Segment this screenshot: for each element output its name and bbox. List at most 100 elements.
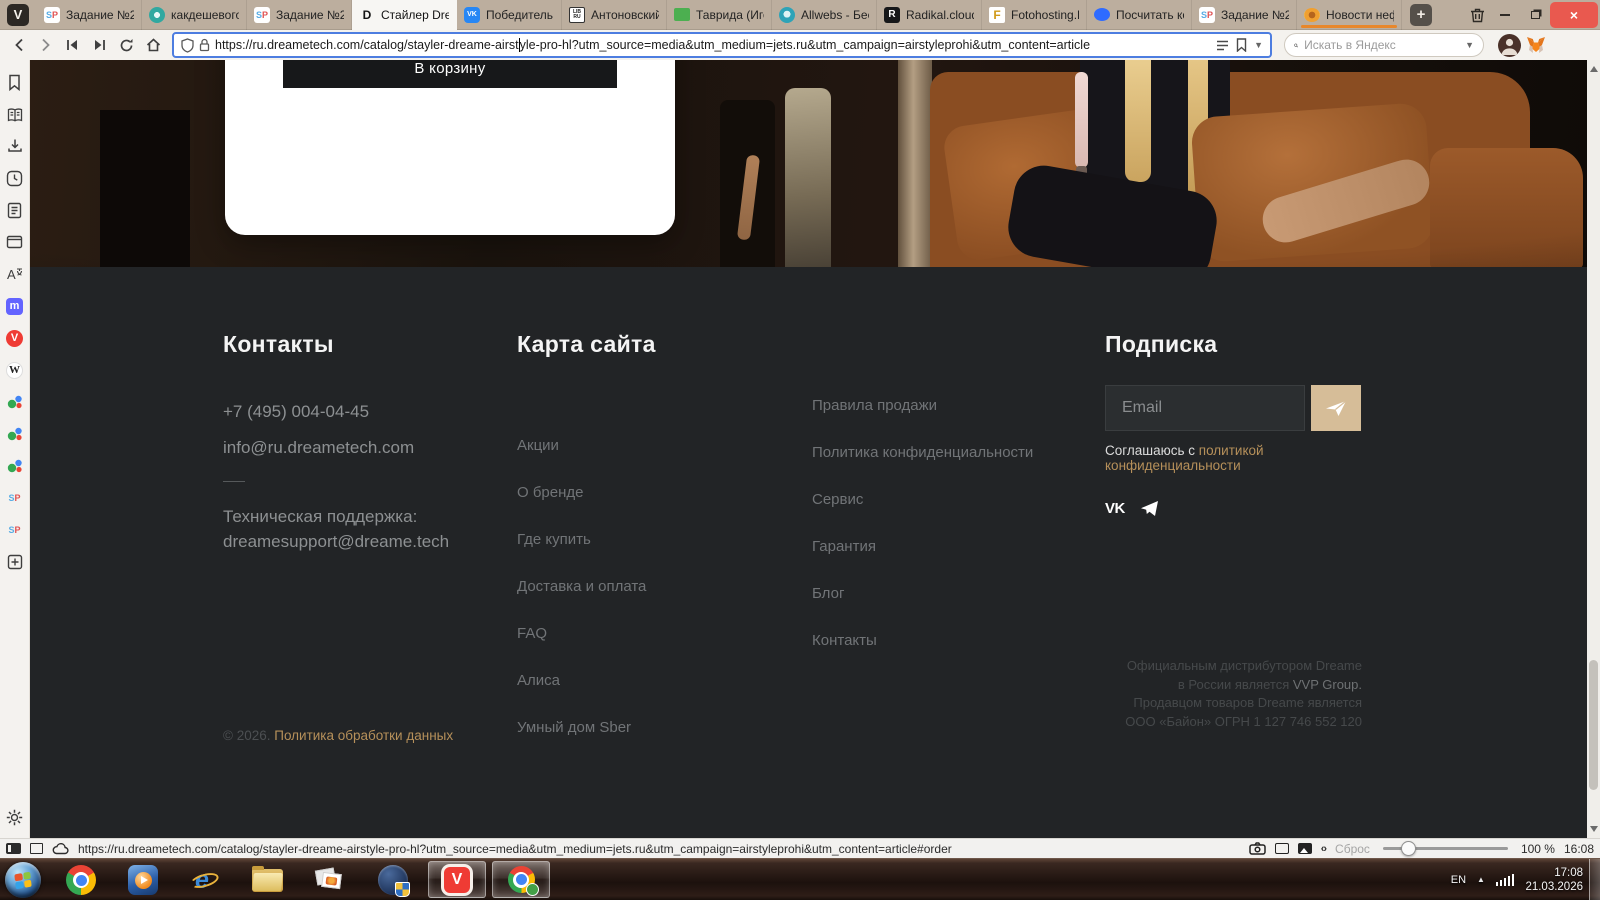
panel-toggle-icon[interactable]	[6, 843, 21, 854]
sitemap-link-alisa[interactable]: Алиса	[517, 673, 656, 704]
phone-link[interactable]: +7 (495) 004-04-45	[223, 402, 449, 422]
language-indicator[interactable]: EN	[1451, 874, 1466, 886]
search-engine-dropdown-icon[interactable]: ▼	[1465, 40, 1474, 50]
sp-webpanel-icon[interactable]: SP	[6, 489, 24, 507]
subscribe-submit-button[interactable]	[1311, 385, 1361, 431]
translate-panel-icon[interactable]: A	[6, 265, 24, 283]
taskbar-explorer-icon[interactable]	[252, 869, 283, 892]
start-button[interactable]	[5, 862, 41, 898]
notes-panel-icon[interactable]	[6, 201, 24, 219]
telegram-social-icon[interactable]	[1140, 500, 1159, 517]
colored-dots-webpanel-icon[interactable]	[6, 393, 24, 411]
tab-tavrida[interactable]: Таврида (Иго	[667, 0, 772, 30]
reading-list-panel-icon[interactable]	[6, 105, 24, 123]
sitemap-link-akcii[interactable]: Акции	[517, 438, 656, 469]
add-to-cart-button[interactable]: В корзину	[283, 60, 617, 88]
taskbar-media-player-icon[interactable]	[128, 865, 158, 895]
taskbar-chrome-icon[interactable]	[66, 865, 96, 895]
url-dropdown-icon[interactable]: ▼	[1254, 40, 1263, 50]
taskbar-internet-explorer-icon[interactable]: e	[190, 865, 220, 895]
reader-view-icon[interactable]	[1216, 40, 1229, 51]
taskbar-photo-viewer-icon[interactable]	[314, 865, 344, 895]
tiling-icon[interactable]	[30, 843, 43, 854]
sitemap-link-garantiya[interactable]: Гарантия	[812, 539, 1033, 570]
taskbar-clock[interactable]: 17:08 21.03.2026	[1525, 866, 1583, 894]
wikipedia-webpanel-icon[interactable]: W	[6, 361, 24, 379]
developer-icon[interactable]: ‹›	[1321, 843, 1326, 855]
tab-kakdeshevogo[interactable]: какдешевого	[142, 0, 247, 30]
sitemap-link-dostavka[interactable]: Доставка и оплата	[517, 579, 656, 610]
search-field[interactable]: ▼	[1284, 33, 1484, 57]
sitemap-link-faq[interactable]: FAQ	[517, 626, 656, 657]
colored-dots-webpanel-icon[interactable]	[6, 425, 24, 443]
sp-webpanel-icon[interactable]: SP	[6, 521, 24, 539]
tab-zadanie-2[interactable]: SP Задание №2	[247, 0, 352, 30]
vk-social-icon[interactable]: VK	[1105, 500, 1125, 517]
downloads-panel-icon[interactable]	[6, 137, 24, 155]
search-input[interactable]	[1304, 38, 1459, 52]
forward-button[interactable]	[33, 33, 58, 57]
tab-antonovskiy[interactable]: LIBRU Антоновский	[562, 0, 667, 30]
close-button[interactable]: ×	[1550, 2, 1598, 28]
scrollbar-thumb[interactable]	[1589, 660, 1598, 790]
sitemap-link-servis[interactable]: Сервис	[812, 492, 1033, 523]
sitemap-link-blog[interactable]: Блог	[812, 586, 1033, 617]
network-signal-icon[interactable]	[1496, 874, 1515, 886]
bookmarks-panel-icon[interactable]	[6, 73, 24, 91]
tab-zadanie-3[interactable]: SP Задание №2	[1192, 0, 1297, 30]
bookmark-page-icon[interactable]	[1236, 38, 1247, 52]
url-text[interactable]: https://ru.dreametech.com/catalog/stayle…	[215, 38, 1211, 52]
windows-panel-icon[interactable]	[6, 233, 24, 251]
profile-avatar[interactable]	[1498, 34, 1521, 57]
sitemap-link-sber[interactable]: Умный дом Sber	[517, 720, 656, 751]
sync-cloud-icon[interactable]	[52, 843, 69, 855]
tab-stayler-dreame-active[interactable]: D Стайлер Drea	[352, 0, 457, 30]
page-actions-icon[interactable]	[1275, 843, 1289, 854]
scroll-up-arrow[interactable]	[1590, 66, 1598, 72]
restore-button[interactable]	[1520, 2, 1550, 28]
sitemap-link-gde-kupit[interactable]: Где купить	[517, 532, 656, 563]
settings-gear-icon[interactable]	[6, 808, 24, 826]
capture-page-icon[interactable]	[1249, 842, 1266, 855]
tab-poschitat[interactable]: Посчитать ко	[1087, 0, 1192, 30]
sitemap-link-politika[interactable]: Политика конфиденциальности	[812, 445, 1033, 476]
new-tab-button[interactable]: +	[1410, 4, 1432, 26]
subscribe-email-input[interactable]	[1105, 385, 1305, 431]
add-webpanel-icon[interactable]	[6, 553, 24, 571]
tab-radikal[interactable]: R Radikal.cloud	[877, 0, 982, 30]
tab-fotohosting[interactable]: F Fotohosting.R	[982, 0, 1087, 30]
trash-closed-tabs-icon[interactable]	[1464, 2, 1490, 28]
taskbar-chrome-button[interactable]	[492, 861, 550, 898]
scroll-down-arrow[interactable]	[1590, 826, 1598, 832]
support-email-link[interactable]: dreamesupport@dreame.tech	[223, 529, 449, 554]
tab-novosti[interactable]: Новости неф	[1297, 0, 1402, 30]
fast-forward-button[interactable]	[87, 33, 112, 57]
data-policy-link[interactable]: Политика обработки данных	[274, 728, 453, 743]
sitemap-link-pravila[interactable]: Правила продажи	[812, 398, 1033, 429]
vivaldi-webpanel-icon[interactable]: V	[6, 329, 24, 347]
reload-button[interactable]	[114, 33, 139, 57]
home-button[interactable]	[141, 33, 166, 57]
url-field[interactable]: https://ru.dreametech.com/catalog/stayle…	[172, 32, 1272, 58]
sitemap-link-kontakty[interactable]: Контакты	[812, 633, 1033, 664]
back-button[interactable]	[6, 33, 31, 57]
zoom-slider-knob[interactable]	[1401, 841, 1416, 856]
toggle-images-icon[interactable]	[1298, 843, 1312, 854]
tab-pobeditel[interactable]: VK Победитель	[457, 0, 562, 30]
taskbar-hp-utility-icon[interactable]	[378, 865, 408, 895]
zoom-slider[interactable]	[1383, 847, 1508, 850]
mastodon-webpanel-icon[interactable]: m	[6, 297, 24, 315]
taskbar-vivaldi-button[interactable]: V	[428, 861, 486, 898]
minimize-button[interactable]	[1490, 2, 1520, 28]
hidden-icons-arrow[interactable]: ▲	[1477, 875, 1485, 884]
show-desktop-button[interactable]	[1589, 859, 1600, 900]
tab-allwebs[interactable]: Allwebs - Бес	[772, 0, 877, 30]
metamask-extension-icon[interactable]	[1523, 33, 1548, 57]
rewind-button[interactable]	[60, 33, 85, 57]
colored-dots-webpanel-icon[interactable]	[6, 457, 24, 475]
email-link[interactable]: info@ru.dreametech.com	[223, 438, 449, 458]
sitemap-link-o-brende[interactable]: О бренде	[517, 485, 656, 516]
tab-zadanie-1[interactable]: SP Задание №2	[37, 0, 142, 30]
vivaldi-menu-icon[interactable]: V	[7, 4, 29, 26]
zoom-reset-label[interactable]: Сброс	[1335, 842, 1370, 856]
